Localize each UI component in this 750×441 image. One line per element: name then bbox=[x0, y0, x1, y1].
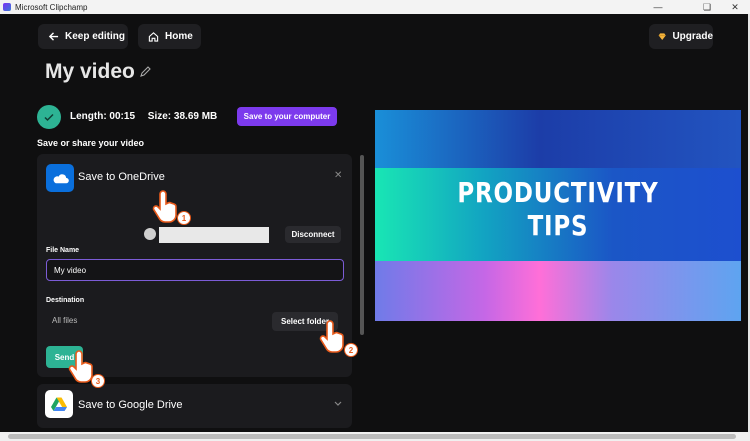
disconnect-button[interactable]: Disconnect bbox=[285, 226, 341, 243]
upgrade-button[interactable]: Upgrade bbox=[649, 24, 713, 49]
clipchamp-app-icon bbox=[3, 3, 11, 11]
step-badge-2: 2 bbox=[344, 343, 358, 357]
save-to-computer-button[interactable]: Save to your computer bbox=[237, 107, 337, 126]
keep-editing-button[interactable]: Keep editing bbox=[38, 24, 128, 49]
restore-icon[interactable]: ❏ bbox=[692, 0, 722, 14]
video-preview[interactable]: PRODUCTIVITY TIPS bbox=[375, 110, 741, 321]
close-icon[interactable]: ✕ bbox=[720, 0, 750, 14]
step-badge-3: 3 bbox=[91, 374, 105, 388]
preview-title-text: PRODUCTIVITY TIPS bbox=[408, 176, 708, 242]
preview-line2: TIPS bbox=[527, 209, 589, 242]
upgrade-label: Upgrade bbox=[672, 31, 713, 42]
success-check-icon bbox=[37, 105, 61, 129]
video-length: Length: 00:15 bbox=[70, 111, 136, 122]
close-icon[interactable]: ✕ bbox=[334, 170, 342, 181]
minimize-icon[interactable]: — bbox=[643, 0, 673, 14]
destination-value: All files bbox=[52, 316, 78, 325]
preview-band-top bbox=[375, 110, 741, 168]
account-name-redacted bbox=[159, 227, 269, 243]
google-drive-title: Save to Google Drive bbox=[78, 399, 183, 411]
section-label: Save or share your video bbox=[37, 138, 145, 148]
home-icon bbox=[148, 32, 159, 42]
window-titlebar: Microsoft Clipchamp — ❏ ✕ bbox=[0, 0, 750, 14]
file-name-label: File Name bbox=[46, 247, 80, 254]
diamond-icon bbox=[658, 33, 666, 41]
google-drive-icon bbox=[45, 390, 73, 418]
export-stats: Length: 00:15 Size: 38.69 MB bbox=[70, 111, 217, 122]
pencil-icon[interactable] bbox=[139, 66, 151, 78]
panel-scrollbar[interactable] bbox=[360, 155, 364, 335]
preview-band-bottom bbox=[375, 261, 741, 321]
window-title: Microsoft Clipchamp bbox=[15, 2, 88, 12]
video-size: Size: 38.69 MB bbox=[147, 111, 218, 122]
destination-label: Destination bbox=[46, 297, 85, 304]
scrollbar-thumb[interactable] bbox=[8, 434, 736, 439]
chevron-down-icon[interactable] bbox=[333, 398, 343, 408]
home-button[interactable]: Home bbox=[138, 24, 201, 49]
step-badge-1: 1 bbox=[177, 211, 191, 225]
home-label: Home bbox=[165, 31, 193, 42]
preview-line1: PRODUCTIVITY bbox=[457, 176, 659, 209]
keep-editing-label: Keep editing bbox=[65, 31, 126, 42]
onedrive-icon bbox=[46, 164, 74, 192]
arrow-left-icon bbox=[48, 32, 59, 41]
page-title[interactable]: My video bbox=[45, 60, 135, 84]
avatar bbox=[144, 228, 156, 240]
onedrive-title[interactable]: Save to OneDrive bbox=[78, 171, 165, 183]
window-horizontal-scrollbar[interactable] bbox=[0, 432, 750, 441]
file-name-input[interactable]: My video bbox=[46, 259, 344, 281]
